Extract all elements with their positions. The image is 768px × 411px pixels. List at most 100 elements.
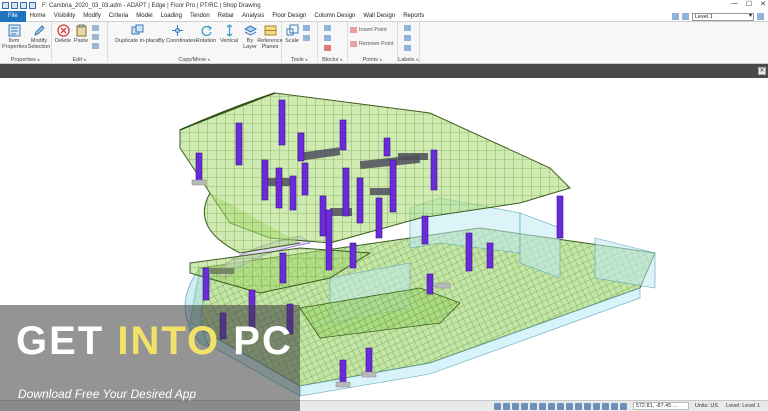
pan-tool-icon[interactable]	[511, 402, 519, 410]
open-file-icon[interactable]	[20, 2, 27, 9]
tab-visibility[interactable]: Visibility	[50, 11, 80, 22]
cut-button[interactable]	[92, 25, 99, 31]
tab-file[interactable]: File	[0, 10, 26, 22]
iso-view-icon[interactable]	[556, 402, 564, 410]
scale-icon	[286, 24, 298, 36]
duplicate-in-place-button[interactable]: Duplicate in-place	[112, 24, 162, 44]
layers-icon[interactable]	[672, 13, 679, 20]
top-view-icon[interactable]	[547, 402, 555, 410]
maximize-button[interactable]: ☐	[746, 0, 752, 8]
toolstrip-handle[interactable]	[0, 64, 20, 78]
ribbon-tabs: File Home Visibility Modify Criteria Mod…	[0, 10, 768, 22]
group-blocks: Blocks	[318, 22, 348, 64]
level-controls: Level 1	[672, 11, 764, 22]
coordinates-icon	[171, 25, 183, 36]
group-copy-move: Duplicate in-place By Coordinates Rotati…	[108, 22, 284, 64]
app-icon	[2, 2, 9, 9]
ortho-toggle-icon[interactable]	[592, 402, 600, 410]
paste-button[interactable]: Paste	[72, 24, 90, 44]
layer-icon	[243, 25, 257, 36]
block-create-button[interactable]	[324, 25, 331, 31]
render-mode-icon[interactable]	[565, 402, 573, 410]
label-add-icon	[404, 25, 411, 31]
units-indicator: Units: US	[694, 403, 719, 409]
tab-analysis[interactable]: Analysis	[238, 11, 268, 22]
duplicate-icon	[131, 24, 143, 35]
block-edit-button[interactable]	[324, 45, 331, 51]
tab-model[interactable]: Model	[132, 11, 156, 22]
vertical-move-icon	[226, 24, 232, 37]
vertical-button[interactable]: Vertical	[218, 24, 240, 44]
tab-rebar[interactable]: Rebar	[214, 11, 238, 22]
label-add-button[interactable]	[404, 25, 411, 31]
level-select[interactable]: Level 1	[692, 12, 754, 21]
select-tool-icon[interactable]	[493, 402, 501, 410]
measure-button[interactable]	[303, 25, 310, 31]
group-label-edit: Edit	[52, 56, 107, 64]
block-insert-icon	[324, 35, 331, 41]
insert-point-button[interactable]: Insert Point	[350, 27, 387, 33]
tab-reports[interactable]: Reports	[399, 11, 428, 22]
grid-toggle-icon[interactable]	[574, 402, 582, 410]
save-icon[interactable]	[29, 2, 36, 9]
paste-icon	[76, 24, 86, 37]
label-remove-icon	[404, 45, 411, 51]
viewport-close-button[interactable]: ✕	[758, 67, 766, 75]
tab-column-design[interactable]: Column Design	[310, 11, 359, 22]
minimize-button[interactable]: —	[731, 0, 738, 8]
label-edit-button[interactable]	[404, 35, 411, 41]
scale-button[interactable]: Scale	[283, 24, 301, 44]
remove-point-icon	[350, 41, 357, 47]
label-edit-icon	[404, 35, 411, 41]
help-icon[interactable]	[757, 13, 764, 20]
pencil-icon	[33, 25, 45, 36]
watermark-overlay: GET INTO PC Download Free Your Desired A…	[0, 305, 300, 411]
undo-icon	[92, 43, 99, 49]
window-title: F: Cambria_2020_03_03.adm - ADAPT | Edge…	[42, 2, 261, 9]
group-tools: Scale Tools	[282, 22, 318, 64]
remove-point-button[interactable]: Remove Point	[350, 41, 394, 47]
align-icon	[303, 35, 310, 41]
copy-button[interactable]	[92, 34, 99, 40]
tab-loading[interactable]: Loading	[157, 11, 186, 22]
align-button[interactable]	[303, 35, 310, 41]
group-label-copy-move: Copy/Move	[108, 56, 281, 64]
tab-tendon[interactable]: Tendon	[186, 11, 214, 22]
tab-home[interactable]: Home	[26, 11, 50, 22]
block-insert-button[interactable]	[324, 35, 331, 41]
copy-icon	[92, 34, 99, 40]
watermark-logo-text: GET INTO PC	[16, 319, 293, 363]
layers-visibility-icon[interactable]	[619, 402, 627, 410]
title-bar: F: Cambria_2020_03_03.adm - ADAPT | Edge…	[0, 0, 768, 11]
rotation-button[interactable]: Rotation	[193, 24, 219, 44]
by-coordinates-button[interactable]: By Coordinates	[158, 24, 196, 44]
tab-wall-design[interactable]: Wall Design	[359, 11, 399, 22]
label-remove-button[interactable]	[404, 45, 411, 51]
group-points: Insert Point Remove Point Points	[348, 22, 398, 64]
measure-icon	[303, 25, 310, 31]
reference-planes-button[interactable]: Reference Planes	[256, 24, 284, 50]
display-settings-icon[interactable]	[601, 402, 609, 410]
selection-filter-icon[interactable]	[610, 402, 618, 410]
orbit-tool-icon[interactable]	[502, 402, 510, 410]
group-edit: Delete Paste Edit	[52, 22, 108, 64]
zoom-out-icon[interactable]	[529, 402, 537, 410]
tab-modify[interactable]: Modify	[79, 11, 105, 22]
delete-button[interactable]: Delete	[54, 24, 72, 44]
level-up-icon[interactable]	[682, 13, 689, 20]
item-properties-button[interactable]: Item Properties	[2, 24, 27, 50]
tab-criteria[interactable]: Criteria	[105, 11, 132, 22]
block-create-icon	[324, 25, 331, 31]
modify-selection-button[interactable]: Modify Selection	[27, 24, 51, 50]
zoom-extents-icon[interactable]	[538, 402, 546, 410]
window-controls: — ☐ ✕	[731, 0, 766, 8]
snap-toggle-icon[interactable]	[583, 402, 591, 410]
close-button[interactable]: ✕	[760, 0, 766, 8]
undo-button[interactable]	[92, 43, 99, 49]
new-file-icon[interactable]	[11, 2, 18, 9]
block-edit-icon	[324, 45, 331, 51]
zoom-in-icon[interactable]	[520, 402, 528, 410]
group-properties: Item Properties Modify Selection Propert…	[0, 22, 52, 64]
group-label-tools: Tools	[282, 56, 317, 64]
tab-floor-design[interactable]: Floor Design	[268, 11, 310, 22]
